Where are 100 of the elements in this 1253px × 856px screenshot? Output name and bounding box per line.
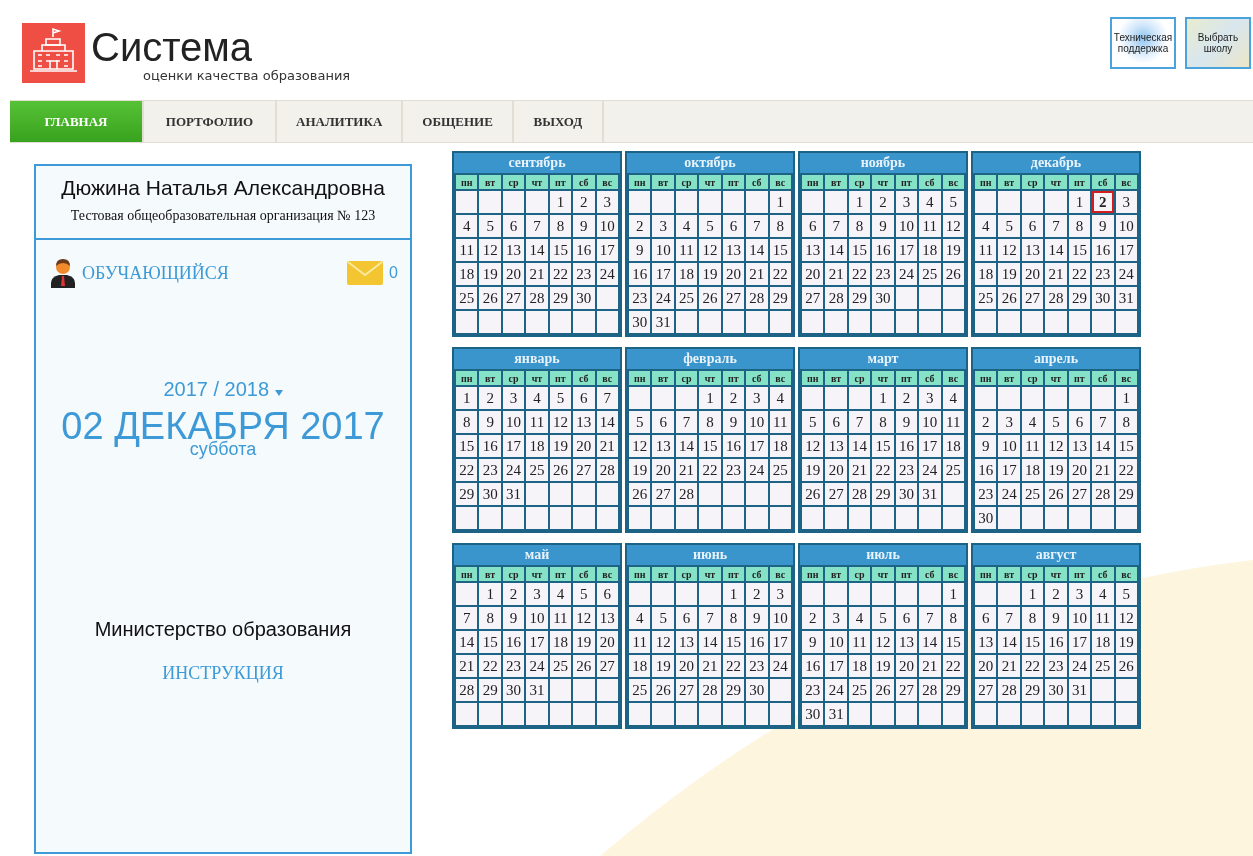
- calendar-day[interactable]: 17: [746, 435, 768, 457]
- calendar-day[interactable]: 31: [1115, 287, 1137, 309]
- calendar-day[interactable]: 9: [1045, 607, 1067, 629]
- calendar-day[interactable]: 11: [549, 607, 572, 629]
- calendar-day[interactable]: 22: [942, 655, 964, 677]
- calendar-day[interactable]: 17: [596, 239, 618, 261]
- calendar-day[interactable]: 13: [573, 411, 595, 433]
- calendar-day[interactable]: 28: [1045, 287, 1067, 309]
- calendar-day[interactable]: 19: [1115, 631, 1137, 653]
- calendar-day[interactable]: 25: [942, 459, 964, 481]
- calendar-day[interactable]: 26: [998, 287, 1020, 309]
- calendar-day[interactable]: 21: [1092, 459, 1114, 481]
- calendar-day[interactable]: 2: [722, 387, 745, 409]
- calendar-day[interactable]: 17: [502, 435, 525, 457]
- calendar-day[interactable]: 5: [549, 387, 572, 409]
- calendar-day[interactable]: 1: [942, 583, 964, 605]
- calendar-day[interactable]: 28: [675, 483, 698, 505]
- calendar-day[interactable]: 18: [675, 263, 698, 285]
- calendar-day[interactable]: 11: [629, 631, 651, 653]
- calendar-day[interactable]: 1: [479, 583, 501, 605]
- calendar-day[interactable]: 28: [825, 287, 847, 309]
- calendar-day[interactable]: 12: [942, 215, 964, 237]
- calendar-day[interactable]: 1: [769, 191, 791, 213]
- calendar-day[interactable]: 15: [872, 435, 894, 457]
- calendar-day[interactable]: 20: [1021, 263, 1044, 285]
- calendar-day[interactable]: 4: [848, 607, 871, 629]
- calendar-day[interactable]: 12: [629, 435, 651, 457]
- calendar-day[interactable]: 28: [699, 679, 721, 701]
- calendar-day[interactable]: 14: [848, 435, 871, 457]
- calendar-day[interactable]: 22: [1021, 655, 1044, 677]
- calendar-day[interactable]: 28: [596, 459, 618, 481]
- calendar-day[interactable]: 17: [526, 631, 548, 653]
- calendar-day[interactable]: 1: [456, 387, 478, 409]
- calendar-day[interactable]: 15: [699, 435, 721, 457]
- calendar-day[interactable]: 26: [1115, 655, 1137, 677]
- calendar-day[interactable]: 1: [1021, 583, 1044, 605]
- calendar-day[interactable]: 20: [596, 631, 618, 653]
- calendar-day[interactable]: 22: [722, 655, 745, 677]
- calendar-day[interactable]: 4: [1021, 411, 1044, 433]
- calendar-day[interactable]: 12: [1115, 607, 1137, 629]
- calendar-day[interactable]: 16: [746, 631, 768, 653]
- calendar-day[interactable]: 24: [825, 679, 847, 701]
- calendar-day[interactable]: 7: [998, 607, 1020, 629]
- calendar-day[interactable]: 6: [675, 607, 698, 629]
- calendar-day[interactable]: 7: [1045, 215, 1067, 237]
- calendar-day[interactable]: 29: [1021, 679, 1044, 701]
- calendar-day[interactable]: 19: [942, 239, 964, 261]
- calendar-day[interactable]: 3: [769, 583, 791, 605]
- calendar-day[interactable]: 19: [1045, 459, 1067, 481]
- calendar-day[interactable]: 20: [825, 459, 847, 481]
- calendar-day[interactable]: 16: [802, 655, 824, 677]
- calendar-day[interactable]: 7: [596, 387, 618, 409]
- calendar-day[interactable]: 18: [629, 655, 651, 677]
- calendar-day[interactable]: 12: [549, 411, 572, 433]
- calendar-day[interactable]: 1: [1115, 387, 1137, 409]
- calendar-day[interactable]: 6: [1068, 411, 1091, 433]
- calendar-day[interactable]: 16: [872, 239, 894, 261]
- calendar-day[interactable]: 7: [848, 411, 871, 433]
- calendar-day[interactable]: 29: [549, 287, 572, 309]
- calendar-day[interactable]: 30: [872, 287, 894, 309]
- calendar-day[interactable]: 9: [975, 435, 997, 457]
- calendar-day[interactable]: 25: [769, 459, 791, 481]
- calendar-day[interactable]: 3: [825, 607, 847, 629]
- calendar-day[interactable]: 20: [652, 459, 674, 481]
- calendar-day[interactable]: 31: [526, 679, 548, 701]
- calendar-day[interactable]: 7: [746, 215, 768, 237]
- calendar-day[interactable]: 25: [549, 655, 572, 677]
- calendar-day[interactable]: 10: [652, 239, 674, 261]
- calendar-day[interactable]: 12: [1045, 435, 1067, 457]
- calendar-day[interactable]: 30: [1045, 679, 1067, 701]
- calendar-day[interactable]: 21: [456, 655, 478, 677]
- calendar-day[interactable]: 2: [629, 215, 651, 237]
- calendar-day[interactable]: 26: [699, 287, 721, 309]
- calendar-day[interactable]: 9: [872, 215, 894, 237]
- calendar-day[interactable]: 10: [919, 411, 941, 433]
- calendar-day[interactable]: 14: [596, 411, 618, 433]
- calendar-day[interactable]: 14: [746, 239, 768, 261]
- calendar-day[interactable]: 3: [596, 191, 618, 213]
- calendar-day[interactable]: 19: [652, 655, 674, 677]
- calendar-day[interactable]: 24: [746, 459, 768, 481]
- calendar-day[interactable]: 8: [479, 607, 501, 629]
- calendar-day[interactable]: 23: [629, 287, 651, 309]
- calendar-day[interactable]: 27: [652, 483, 674, 505]
- calendar-day[interactable]: 9: [895, 411, 918, 433]
- calendar-day[interactable]: 6: [573, 387, 595, 409]
- calendar-day[interactable]: 5: [998, 215, 1020, 237]
- calendar-day[interactable]: 22: [1068, 263, 1091, 285]
- calendar-day[interactable]: 23: [573, 263, 595, 285]
- calendar-day[interactable]: 8: [942, 607, 964, 629]
- calendar-day[interactable]: 15: [456, 435, 478, 457]
- calendar-day[interactable]: 29: [872, 483, 894, 505]
- calendar-day[interactable]: 28: [746, 287, 768, 309]
- calendar-day[interactable]: 21: [998, 655, 1020, 677]
- calendar-day[interactable]: 27: [802, 287, 824, 309]
- calendar-day[interactable]: 13: [802, 239, 824, 261]
- calendar-day[interactable]: 14: [998, 631, 1020, 653]
- calendar-day[interactable]: 24: [998, 483, 1020, 505]
- calendar-day[interactable]: 22: [456, 459, 478, 481]
- calendar-day[interactable]: 13: [675, 631, 698, 653]
- calendar-day[interactable]: 24: [526, 655, 548, 677]
